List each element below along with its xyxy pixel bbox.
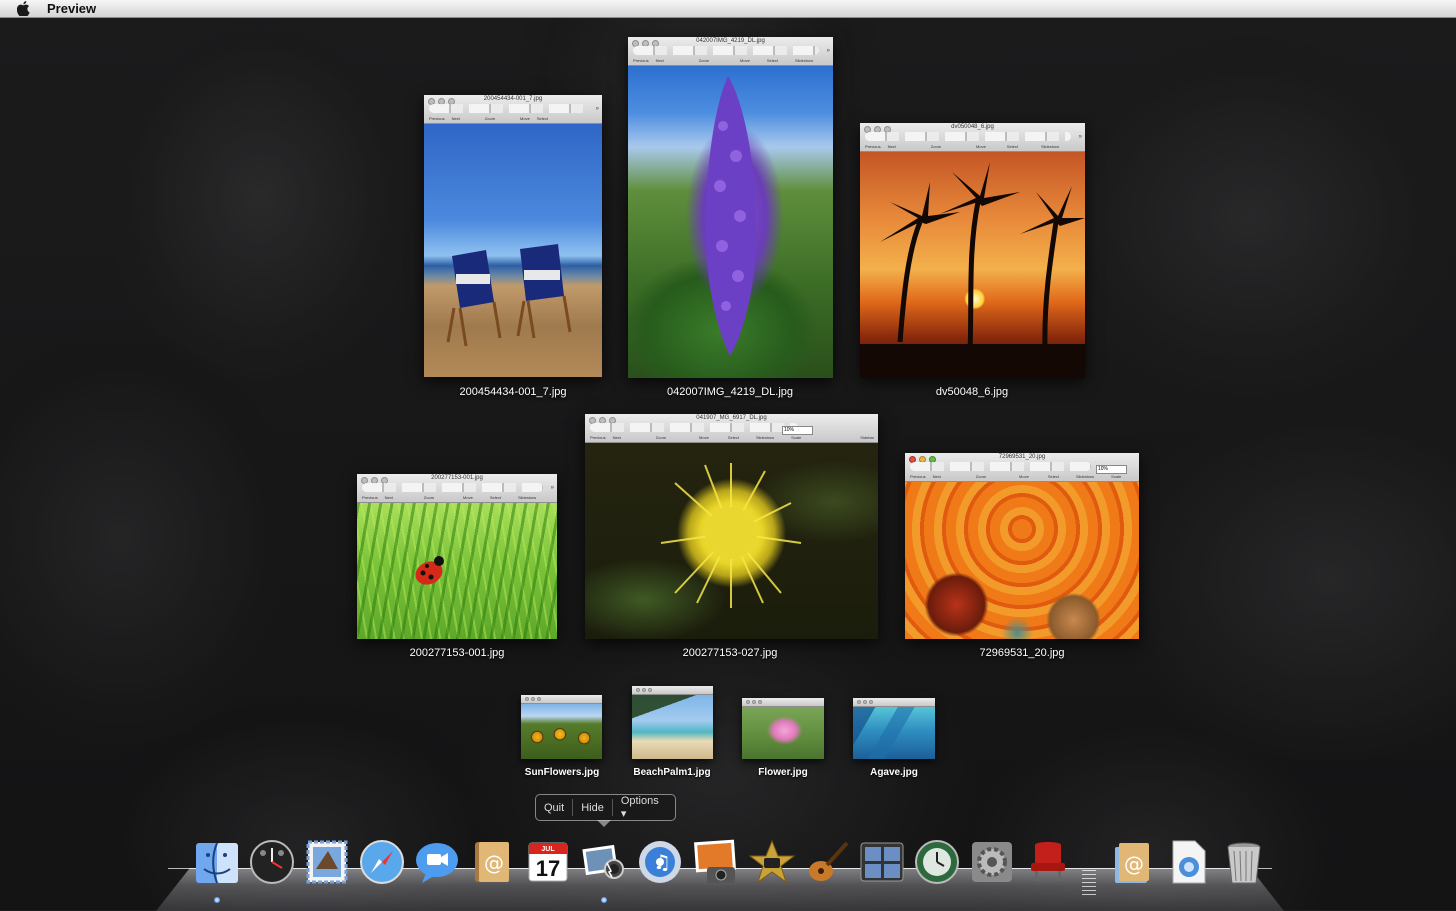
quit-menu-item[interactable]: Quit [536, 795, 572, 820]
minimized-window-sunflowers[interactable] [521, 695, 602, 759]
apple-menu-icon[interactable] [17, 1, 31, 16]
thumbnail-caption: SunFlowers.jpg [524, 767, 600, 778]
svg-text:@: @ [484, 851, 504, 875]
running-indicator [601, 897, 607, 903]
window-title: 72969531_20.jpg [998, 454, 1046, 460]
ladybug-grass-photo [357, 503, 557, 639]
window-title: dv050048_6.jpg [951, 124, 994, 130]
window-caption: 200277153-027.jpg [682, 647, 778, 659]
dock-separator [1082, 870, 1096, 896]
window-caption: dv50048_6.jpg [935, 386, 1009, 398]
agave-photo [853, 707, 935, 759]
finder-icon[interactable] [193, 838, 241, 886]
svg-text:@: @ [1124, 852, 1144, 876]
preview-window-4[interactable]: 200277153-001.jpg Previous Next Zoom Move Se… [357, 474, 557, 639]
trash-icon[interactable] [1220, 838, 1268, 886]
toolbar-buttons [362, 483, 543, 492]
toolbar-overflow-icon[interactable]: » [551, 485, 554, 491]
ical-icon[interactable]: JUL 17 [524, 838, 572, 886]
downloads-stack-icon[interactable] [1164, 838, 1212, 886]
preview-window-3[interactable]: dv050048_6.jpg Previous Next Zoom Move Selec… [860, 123, 1085, 378]
window-title: 200277153-001.jpg [431, 475, 483, 481]
toolbar-buttons [633, 46, 819, 55]
window-toolbar: dv050048_6.jpg Previous Next Zoom Move Selec… [860, 123, 1085, 152]
pink-flower-photo [742, 707, 824, 759]
preview-window-1[interactable]: 200454434-001_7.jpg Previous Next Zoom Move… [424, 95, 602, 377]
window-title: 200454434-001_7.jpg [483, 96, 543, 102]
sunflowers-photo [521, 704, 602, 759]
preview-icon[interactable] [580, 838, 628, 886]
garageband-icon[interactable] [804, 838, 852, 886]
hide-menu-item[interactable]: Hide [573, 795, 612, 820]
toolbar-buttons [590, 423, 798, 432]
toolbar-overflow-icon[interactable]: » [596, 106, 599, 112]
window-caption: 042007IMG_4219_DL.jpg [667, 386, 793, 398]
window-toolbar: 200454434-001_7.jpg Previous Next Zoom Move… [424, 95, 602, 124]
ichat-icon[interactable] [413, 838, 461, 886]
window-caption: 200454434-001_7.jpg [459, 386, 567, 398]
menu-bar: Preview [0, 0, 1456, 18]
beach-chairs-photo [424, 124, 602, 377]
system-preferences-icon[interactable] [968, 838, 1016, 886]
thumbnail-caption: BeachPalm1.jpg [633, 767, 711, 778]
toolbar-buttons [429, 104, 588, 113]
address-book-icon[interactable]: @ [468, 838, 516, 886]
front-row-icon[interactable] [1024, 838, 1072, 886]
window-title: 042007IMG_4219_DL.jpg [696, 38, 765, 44]
imovie-icon[interactable] [748, 838, 796, 886]
time-machine-icon[interactable] [913, 838, 961, 886]
purple-flower-photo [628, 66, 833, 378]
toolbar-buttons [865, 132, 1071, 141]
svg-text:♫: ♫ [653, 850, 671, 874]
window-toolbar: 72969531_20.jpg 10% Previous Next Zoom Move… [905, 453, 1139, 482]
window-toolbar: 042007IMG_4219_DL.jpg Previous Next Zoom Mo… [628, 37, 833, 66]
toolbar-buttons [910, 462, 1091, 471]
scale-field[interactable]: 10% [1096, 465, 1127, 474]
safari-icon[interactable] [358, 838, 406, 886]
toolbar-overflow-icon[interactable]: » [1079, 134, 1082, 140]
window-caption: 200277153-001.jpg [409, 647, 505, 659]
minimized-window-agave[interactable] [853, 698, 935, 759]
window-toolbar: 041907_MG_6917_DL.jpg 10% Previous Next Zo… [585, 414, 878, 443]
window-title: 041907_MG_6917_DL.jpg [696, 415, 767, 421]
palm-sunset-photo [860, 152, 1085, 378]
dashboard-icon[interactable] [248, 838, 296, 886]
preview-window-5[interactable]: 041907_MG_6917_DL.jpg 10% Previous Next Zo… [585, 414, 878, 639]
preview-window-2[interactable]: 042007IMG_4219_DL.jpg Previous Next Zoom Mo… [628, 37, 833, 378]
toolbar-overflow-icon[interactable]: » [827, 48, 830, 54]
minimized-window-flower[interactable] [742, 698, 824, 759]
scale-field[interactable]: 10% [782, 426, 813, 435]
ical-month: JUL [541, 846, 555, 853]
thumbnail-caption: Agave.jpg [870, 767, 918, 778]
iphoto-icon[interactable] [692, 838, 740, 886]
itunes-icon[interactable]: ♫ [636, 838, 684, 886]
app-menu-preview[interactable]: Preview [47, 1, 96, 16]
minimized-window-beachpalm[interactable] [632, 686, 713, 759]
beach-palm-photo [632, 695, 713, 759]
thumbnail-caption: Flower.jpg [758, 767, 808, 778]
running-indicator [214, 897, 220, 903]
yellow-protea-photo [585, 443, 878, 639]
orange-leaf-photo [905, 482, 1139, 639]
documents-stack-icon[interactable]: @ [1108, 838, 1156, 886]
window-toolbar: 200277153-001.jpg Previous Next Zoom Move Se… [357, 474, 557, 503]
mail-icon[interactable] [303, 838, 351, 886]
preview-window-6[interactable]: 72969531_20.jpg 10% Previous Next Zoom Move… [905, 453, 1139, 639]
options-menu-item[interactable]: Options ▾ [613, 795, 675, 820]
spaces-icon[interactable] [858, 838, 906, 886]
dock-context-menu: Quit Hide Options ▾ [535, 794, 676, 827]
ical-day: 17 [535, 856, 561, 881]
window-caption: 72969531_20.jpg [979, 647, 1065, 659]
